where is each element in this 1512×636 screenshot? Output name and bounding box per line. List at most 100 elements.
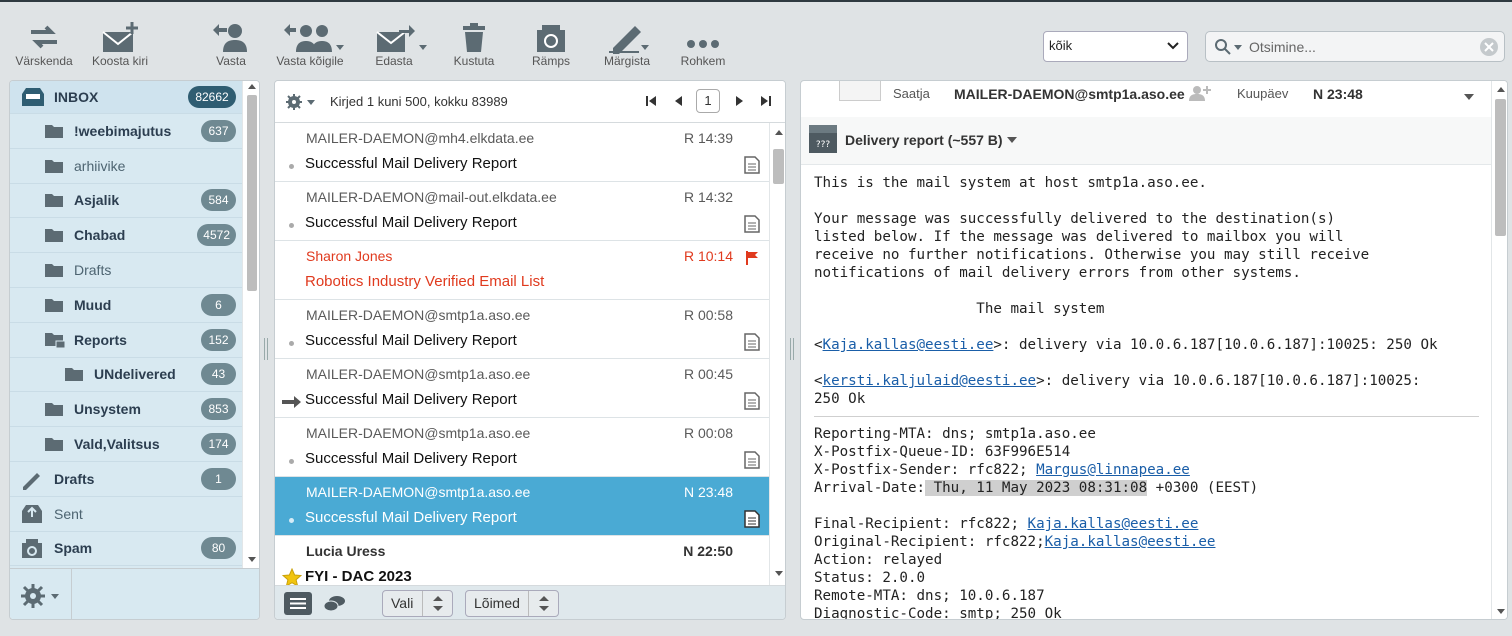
folder-settings-button[interactable] bbox=[10, 569, 72, 619]
folder-arhiivike[interactable]: arhiivike bbox=[10, 149, 242, 184]
reply-all-dropdown-icon[interactable] bbox=[335, 42, 345, 52]
unread-count-badge: 174 bbox=[201, 433, 236, 456]
refresh-label: Värskenda bbox=[15, 54, 73, 68]
scrollbar-thumb[interactable] bbox=[773, 149, 784, 184]
folder-name: Drafts bbox=[54, 470, 95, 487]
body-line: receive no further notifications. Otherw… bbox=[814, 247, 1370, 263]
message-row-selected[interactable]: MAILER-DAEMON@smtp1a.aso.ee N 23:48 Succ… bbox=[275, 477, 769, 536]
status-dot-icon[interactable] bbox=[289, 223, 294, 228]
message-row[interactable]: MAILER-DAEMON@smtp1a.aso.ee R 00:08 Succ… bbox=[275, 418, 769, 477]
reply-all-label: Vasta kõigile bbox=[276, 54, 344, 68]
add-contact-icon[interactable] bbox=[1188, 84, 1212, 102]
list-splitter[interactable] bbox=[790, 338, 794, 360]
message-date: R 00:45 bbox=[683, 366, 733, 382]
folder-asjalik[interactable]: Asjalik 584 bbox=[10, 184, 242, 219]
status-dot-icon[interactable] bbox=[289, 164, 294, 169]
folder-sent[interactable]: Sent bbox=[10, 497, 242, 532]
message-sender: Sharon Jones bbox=[306, 248, 393, 264]
status-dot-icon[interactable] bbox=[289, 341, 294, 346]
page-number-input[interactable]: 1 bbox=[696, 89, 720, 113]
clear-search-icon[interactable] bbox=[1480, 38, 1498, 56]
search-input[interactable]: Otsimine... bbox=[1205, 31, 1505, 62]
folder-name: Vald,Valitsus bbox=[74, 436, 160, 453]
refresh-button[interactable]: Värskenda bbox=[10, 20, 78, 72]
message-date: R 14:32 bbox=[683, 189, 733, 205]
message-row[interactable]: MAILER-DAEMON@mail-out.elkdata.ee R 14:3… bbox=[275, 182, 769, 241]
message-date: N 22:50 bbox=[683, 543, 733, 559]
recipient-link[interactable]: Kaja.kallas@eesti.ee bbox=[823, 337, 994, 353]
scrollbar-thumb[interactable] bbox=[1495, 99, 1506, 236]
delete-button[interactable]: Kustuta bbox=[448, 20, 500, 72]
first-page-icon[interactable] bbox=[644, 94, 658, 108]
message-row[interactable]: Sharon Jones R 10:14 Robotics Industry V… bbox=[275, 241, 769, 300]
folder-reports[interactable]: Reports 152 bbox=[10, 323, 242, 358]
folder-muud[interactable]: Muud 6 bbox=[10, 288, 242, 323]
document-icon bbox=[744, 451, 760, 469]
message-row[interactable]: MAILER-DAEMON@mh4.elkdata.ee R 14:39 Suc… bbox=[275, 123, 769, 182]
forward-button[interactable]: Edasta bbox=[366, 20, 422, 72]
threads-menu-label: Lõimed bbox=[474, 595, 520, 611]
forward-dropdown-icon[interactable] bbox=[418, 42, 428, 52]
folder-inbox[interactable]: INBOX 82662 bbox=[10, 81, 242, 114]
chevron-down-icon[interactable] bbox=[1006, 136, 1018, 144]
from-address[interactable]: MAILER-DAEMON@smtp1a.aso.ee bbox=[954, 86, 1185, 102]
scroll-up-icon[interactable] bbox=[774, 129, 784, 137]
flag-icon[interactable] bbox=[745, 250, 761, 266]
select-menu[interactable]: Vali bbox=[382, 590, 453, 617]
folder-name: Unsystem bbox=[74, 401, 141, 418]
recipient-link[interactable]: Kaja.kallas@eesti.ee bbox=[1045, 534, 1216, 550]
recipient-link[interactable]: Kaja.kallas@eesti.ee bbox=[1028, 516, 1199, 532]
junk-button[interactable]: Rämps bbox=[525, 20, 577, 72]
search-placeholder: Otsimine... bbox=[1249, 39, 1316, 55]
message-sender: MAILER-DAEMON@smtp1a.aso.ee bbox=[306, 307, 531, 323]
sender-link[interactable]: Margus@linnapea.ee bbox=[1036, 462, 1190, 478]
part-name[interactable]: Delivery report (~557 B) bbox=[845, 132, 1003, 148]
message-row[interactable]: MAILER-DAEMON@smtp1a.aso.ee R 00:45 Succ… bbox=[275, 359, 769, 418]
toolbar: Värskenda Koosta kiri Vasta Vasta kõigil… bbox=[0, 2, 1512, 78]
folder-drafts[interactable]: Drafts 1 bbox=[10, 462, 242, 497]
list-options-gear-icon[interactable] bbox=[285, 93, 317, 111]
preview-scrollbar[interactable] bbox=[1491, 81, 1507, 619]
expand-headers-icon[interactable] bbox=[1463, 93, 1475, 101]
message-list-scrollbar[interactable] bbox=[769, 123, 785, 585]
folder-vald-valitsus[interactable]: Vald,Valitsus 174 bbox=[10, 427, 242, 462]
mark-dropdown-icon[interactable] bbox=[640, 42, 650, 52]
highlighted-date: Thu, 11 May 2023 08:31:08 bbox=[925, 480, 1148, 496]
scroll-down-icon[interactable] bbox=[1496, 607, 1506, 615]
next-page-icon[interactable] bbox=[732, 94, 746, 108]
junk-icon bbox=[22, 539, 42, 559]
scroll-down-icon[interactable] bbox=[247, 555, 257, 563]
folder-spam[interactable]: Spam 80 bbox=[10, 532, 242, 567]
status-dot-icon[interactable] bbox=[289, 518, 294, 523]
reply-button[interactable]: Vasta bbox=[205, 20, 257, 72]
scroll-down-icon[interactable] bbox=[774, 569, 784, 577]
message-row[interactable]: Lucia Uress N 22:50 FYI - DAC 2023 bbox=[275, 536, 769, 585]
threads-menu[interactable]: Lõimed bbox=[465, 590, 559, 617]
folder-undelivered[interactable]: UNdelivered 43 bbox=[10, 358, 242, 393]
status-dot-icon[interactable] bbox=[289, 459, 294, 464]
folder-splitter[interactable] bbox=[264, 338, 268, 360]
star-icon[interactable] bbox=[282, 568, 302, 585]
recipient-link[interactable]: kersti.kaljulaid@eesti.ee bbox=[823, 373, 1037, 389]
folder-unsystem[interactable]: Unsystem 853 bbox=[10, 392, 242, 428]
more-button[interactable]: Rohkem bbox=[677, 20, 729, 72]
message-subject: Successful Mail Delivery Report bbox=[305, 509, 517, 526]
scroll-up-icon[interactable] bbox=[1496, 86, 1506, 94]
scroll-up-icon[interactable] bbox=[247, 83, 257, 91]
scrollbar-thumb[interactable] bbox=[247, 95, 257, 291]
search-icon[interactable] bbox=[1214, 38, 1244, 56]
filter-select[interactable]: kõik bbox=[1043, 31, 1188, 62]
compose-button[interactable]: Koosta kiri bbox=[88, 20, 152, 72]
folder-chabad[interactable]: Chabad 4572 bbox=[10, 218, 242, 254]
body-line: Your message was successfully delivered … bbox=[814, 211, 1336, 227]
message-row[interactable]: MAILER-DAEMON@smtp1a.aso.ee R 00:58 Succ… bbox=[275, 300, 769, 359]
sent-icon bbox=[22, 504, 42, 523]
list-view-icon[interactable] bbox=[283, 591, 313, 616]
previous-page-icon[interactable] bbox=[672, 94, 686, 108]
folder-drafts-sub[interactable]: Drafts bbox=[10, 253, 242, 288]
folder-weebimajutus[interactable]: !weebimajutus 637 bbox=[10, 114, 242, 149]
filter-select-value: kõik bbox=[1049, 38, 1073, 53]
threads-view-icon[interactable] bbox=[323, 594, 347, 614]
folder-scrollbar[interactable] bbox=[242, 81, 259, 568]
last-page-icon[interactable] bbox=[759, 94, 773, 108]
